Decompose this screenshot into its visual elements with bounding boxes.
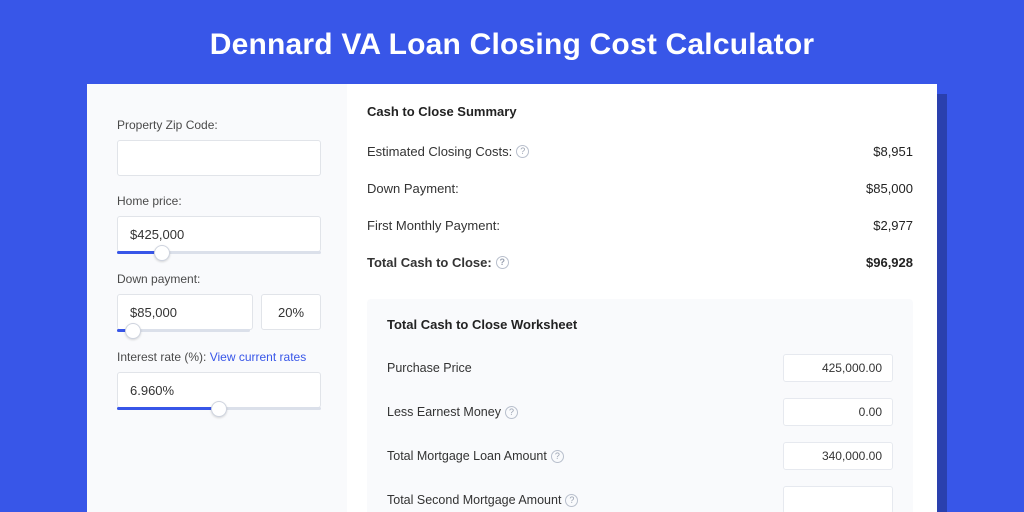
summary-row-first-payment: First Monthly Payment: $2,977	[367, 207, 913, 244]
down-payment-slider[interactable]	[117, 329, 250, 332]
slider-thumb[interactable]	[154, 245, 170, 261]
worksheet-panel: Total Cash to Close Worksheet Purchase P…	[367, 299, 913, 512]
slider-thumb[interactable]	[211, 401, 227, 417]
down-payment-summary-value: $85,000	[866, 181, 913, 196]
slider-thumb[interactable]	[125, 323, 141, 339]
summary-title: Cash to Close Summary	[367, 104, 913, 119]
home-price-input[interactable]	[117, 216, 321, 252]
summary-row-down-payment: Down Payment: $85,000	[367, 170, 913, 207]
down-payment-pct-input[interactable]	[261, 294, 321, 330]
help-icon[interactable]: ?	[551, 450, 564, 463]
ws-row-earnest: Less Earnest Money ? 0.00	[387, 390, 893, 434]
closing-costs-value: $8,951	[873, 144, 913, 159]
calculator-card-shadow: Property Zip Code: Home price: Down paym…	[87, 84, 937, 512]
help-icon[interactable]: ?	[565, 494, 578, 507]
interest-label-text: Interest rate (%):	[117, 350, 206, 364]
down-payment-block: Down payment:	[117, 272, 321, 332]
worksheet-title: Total Cash to Close Worksheet	[387, 317, 893, 332]
total-cash-label: Total Cash to Close:	[367, 255, 492, 270]
closing-costs-label: Estimated Closing Costs:	[367, 144, 512, 159]
help-icon[interactable]: ?	[496, 256, 509, 269]
slider-fill	[117, 407, 219, 410]
purchase-price-label: Purchase Price	[387, 361, 472, 375]
help-icon[interactable]: ?	[505, 406, 518, 419]
summary-row-closing-costs: Estimated Closing Costs: ? $8,951	[367, 133, 913, 170]
inputs-panel: Property Zip Code: Home price: Down paym…	[87, 84, 347, 512]
view-rates-link[interactable]: View current rates	[210, 350, 307, 364]
home-price-slider[interactable]	[117, 251, 321, 254]
zip-field-block: Property Zip Code:	[117, 118, 321, 176]
earnest-label: Less Earnest Money	[387, 405, 501, 419]
home-price-block: Home price:	[117, 194, 321, 254]
ws-row-purchase-price: Purchase Price 425,000.00	[387, 346, 893, 390]
zip-label: Property Zip Code:	[117, 118, 321, 132]
interest-block: Interest rate (%): View current rates	[117, 350, 321, 410]
earnest-value[interactable]: 0.00	[783, 398, 893, 426]
down-payment-label: Down payment:	[117, 272, 321, 286]
total-cash-value: $96,928	[866, 255, 913, 270]
first-payment-label: First Monthly Payment:	[367, 218, 500, 233]
ws-row-mortgage-amount: Total Mortgage Loan Amount ? 340,000.00	[387, 434, 893, 478]
page-title: Dennard VA Loan Closing Cost Calculator	[0, 0, 1024, 84]
second-mortgage-value[interactable]	[783, 486, 893, 512]
calculator-card: Property Zip Code: Home price: Down paym…	[87, 84, 937, 512]
results-panel: Cash to Close Summary Estimated Closing …	[347, 84, 937, 512]
down-payment-summary-label: Down Payment:	[367, 181, 459, 196]
home-price-label: Home price:	[117, 194, 321, 208]
ws-row-second-mortgage: Total Second Mortgage Amount ?	[387, 478, 893, 512]
second-mortgage-label: Total Second Mortgage Amount	[387, 493, 561, 507]
mortgage-amount-value[interactable]: 340,000.00	[783, 442, 893, 470]
zip-input[interactable]	[117, 140, 321, 176]
first-payment-value: $2,977	[873, 218, 913, 233]
interest-slider[interactable]	[117, 407, 321, 410]
interest-label: Interest rate (%): View current rates	[117, 350, 321, 364]
help-icon[interactable]: ?	[516, 145, 529, 158]
mortgage-amount-label: Total Mortgage Loan Amount	[387, 449, 547, 463]
summary-row-total: Total Cash to Close: ? $96,928	[367, 244, 913, 281]
purchase-price-value[interactable]: 425,000.00	[783, 354, 893, 382]
